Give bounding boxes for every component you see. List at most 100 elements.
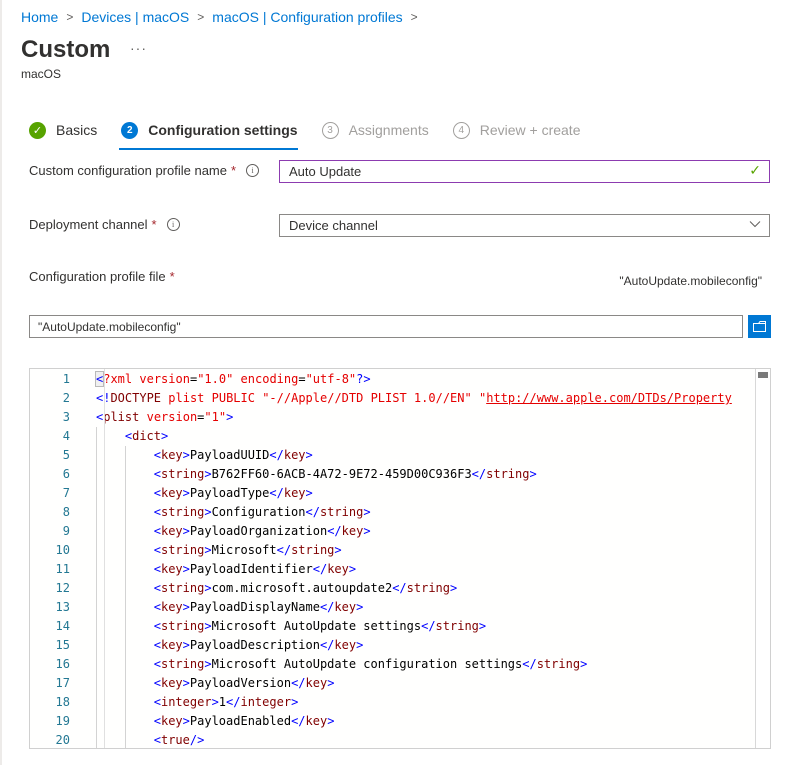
step-number-badge: 2 — [121, 121, 139, 139]
code-token: > — [529, 467, 537, 481]
code-line: 9 <key>PayloadOrganization</key> — [30, 522, 770, 541]
code-text: <!DOCTYPE plist PUBLIC "-//Apple//DTD PL… — [96, 389, 732, 408]
code-token: string — [319, 505, 364, 519]
code-line: 15 <key>PayloadDescription</key> — [30, 636, 770, 655]
indent-guide — [96, 712, 97, 731]
code-token: dict — [132, 429, 162, 443]
indent-guide — [124, 465, 126, 484]
breadcrumb-configuration-profiles[interactable]: macOS | Configuration profiles — [212, 9, 402, 25]
code-token: > — [226, 410, 234, 424]
code-line: 18 <integer>1</integer> — [30, 693, 770, 712]
code-token: > — [182, 638, 190, 652]
indent-guide — [96, 427, 97, 446]
tab-configuration-settings[interactable]: 2 Configuration settings — [119, 118, 298, 150]
code-token: com.microsoft.autoupdate2 — [211, 581, 393, 595]
code-token: Microsoft — [211, 543, 277, 557]
profile-file-label: Configuration profile file * — [29, 269, 175, 284]
code-token: /> — [189, 733, 205, 747]
indent-guide — [124, 617, 126, 636]
code-line: 20 <true/> — [30, 731, 770, 748]
code-line: 13 <key>PayloadDisplayName</key> — [30, 598, 770, 617]
breadcrumb-home[interactable]: Home — [21, 9, 58, 25]
line-number: 11 — [55, 562, 70, 576]
line-number: 16 — [55, 657, 70, 671]
code-token: PayloadIdentifier — [189, 562, 313, 576]
profile-name-label: Custom configuration profile name * i — [29, 163, 260, 178]
code-link[interactable]: http://www.apple.com/DTDs/Property — [486, 391, 732, 405]
code-token: < — [153, 486, 161, 500]
line-number: 19 — [55, 714, 70, 728]
indent-guide — [124, 712, 126, 731]
indent-guide — [96, 693, 97, 712]
folder-icon — [753, 321, 766, 332]
code-token: < — [153, 562, 161, 576]
code-token: string — [406, 581, 451, 595]
deployment-channel-dropdown[interactable]: Device channel — [279, 214, 770, 237]
scrollbar-thumb[interactable] — [758, 372, 768, 378]
indent-guide — [124, 541, 126, 560]
more-options-button[interactable]: ··· — [130, 40, 147, 56]
info-icon[interactable]: i — [246, 164, 260, 177]
line-number: 15 — [55, 638, 70, 652]
code-token: < — [153, 714, 161, 728]
code-token: > — [580, 657, 588, 671]
browse-file-button[interactable] — [748, 315, 771, 338]
code-token: > — [363, 505, 371, 519]
code-text: <string>com.microsoft.autoupdate2</strin… — [154, 579, 458, 598]
code-token: > — [478, 619, 487, 633]
code-token: > — [204, 581, 212, 595]
tab-review-create[interactable]: 4 Review + create — [452, 118, 581, 142]
indent-guide — [96, 484, 97, 503]
code-text: <key>PayloadDescription</key> — [154, 636, 364, 655]
indent-guide — [124, 503, 126, 522]
line-number: 13 — [55, 600, 70, 614]
code-line: 7 <key>PayloadType</key> — [30, 484, 770, 503]
code-token: plist — [103, 410, 140, 424]
code-line: 1 <?xml version="1.0" encoding="utf-8"?> — [30, 370, 770, 389]
selected-file-name: "AutoUpdate.mobileconfig" — [619, 274, 762, 288]
code-token: > — [305, 448, 313, 462]
code-token: > — [305, 486, 313, 500]
code-token: </ — [269, 448, 284, 462]
editor-scrollbar[interactable] — [755, 369, 770, 748]
code-token: string — [435, 619, 479, 633]
code-token: </ — [327, 524, 342, 538]
tab-basics[interactable]: ✓ Basics — [29, 118, 97, 142]
line-number: 8 — [62, 505, 70, 519]
line-number: 7 — [62, 486, 70, 500]
code-text: <key>PayloadDisplayName</key> — [154, 598, 364, 617]
code-token: key — [334, 600, 357, 614]
code-token: string — [160, 505, 205, 519]
breadcrumb-devices-macos[interactable]: Devices | macOS — [81, 9, 189, 25]
code-token: </ — [522, 657, 537, 671]
code-token: PayloadDisplayName — [189, 600, 320, 614]
code-token: </ — [305, 505, 320, 519]
code-token: "1" — [204, 410, 227, 424]
code-line: 6 <string>B762FF60-6ACB-4A72-9E72-459D00C… — [30, 465, 770, 484]
code-token: < — [153, 448, 161, 462]
indent-guide — [96, 636, 97, 655]
indent-guide — [96, 503, 97, 522]
code-token: </ — [226, 695, 241, 709]
code-token: </ — [319, 600, 335, 614]
info-icon[interactable]: i — [166, 218, 180, 231]
code-token: > — [327, 676, 335, 690]
code-token: Microsoft AutoUpdate settings — [211, 619, 422, 633]
step-number-badge: 3 — [321, 121, 339, 139]
code-text: <key>PayloadUUID</key> — [154, 446, 313, 465]
code-token: PayloadUUID — [189, 448, 270, 462]
profile-name-input[interactable]: Auto Update ✓ — [279, 160, 770, 183]
code-line: 12 <string>com.microsoft.autoupdate2</str… — [30, 579, 770, 598]
code-token: </ — [269, 486, 284, 500]
profile-file-input[interactable]: "AutoUpdate.mobileconfig" — [29, 315, 743, 338]
code-token: > — [204, 657, 212, 671]
profile-file-value: "AutoUpdate.mobileconfig" — [38, 319, 181, 334]
code-token: string — [160, 467, 205, 481]
code-text: <string>Microsoft</string> — [154, 541, 342, 560]
code-editor[interactable]: 1 <?xml version="1.0" encoding="utf-8"?> 2… — [29, 368, 771, 749]
breadcrumb-separator: > — [66, 10, 74, 24]
code-line: 11 <key>PayloadIdentifier</key> — [30, 560, 770, 579]
tab-assignments[interactable]: 3 Assignments — [321, 118, 429, 142]
